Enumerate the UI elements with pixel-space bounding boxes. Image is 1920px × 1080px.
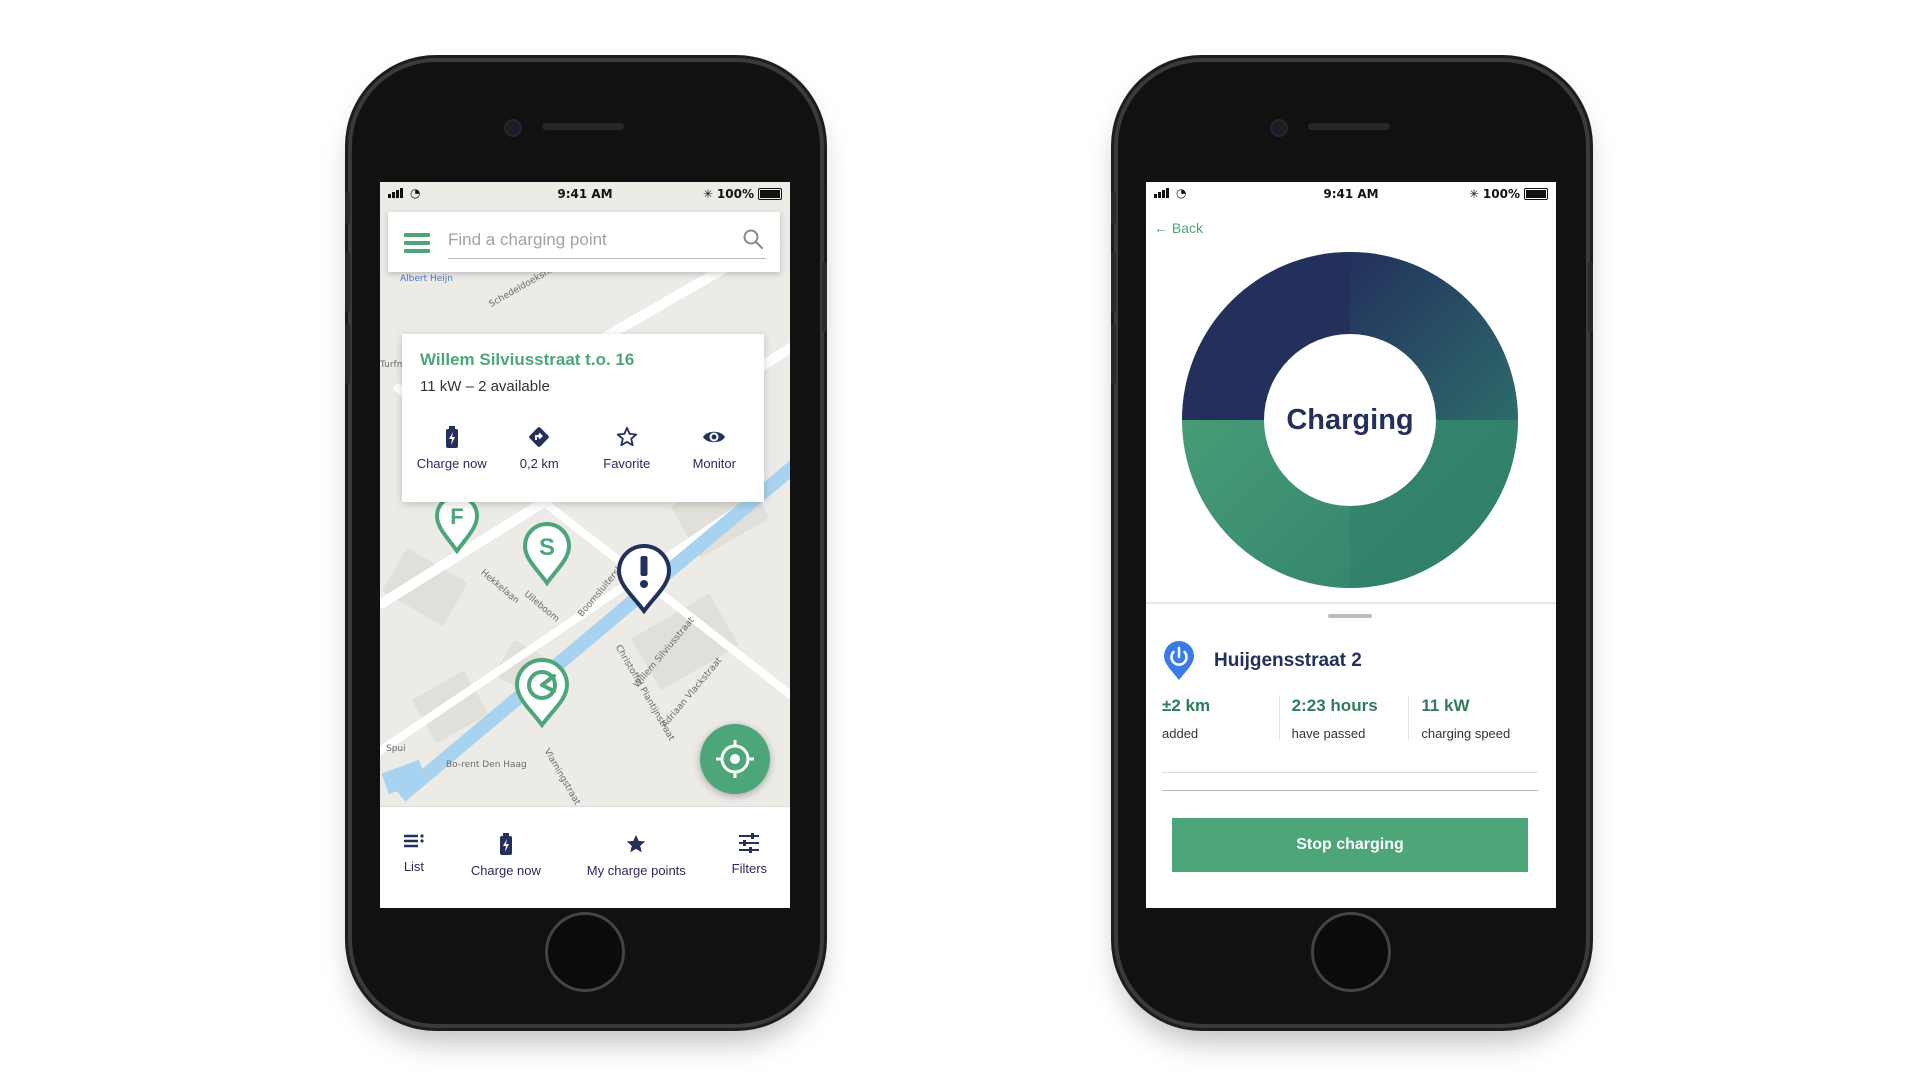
- separator: [1162, 790, 1538, 791]
- distance-label: 0,2 km: [519, 456, 559, 471]
- charge-point-info: 11 kW – 2 available: [420, 378, 550, 395]
- favorite-label: Favorite: [603, 456, 651, 471]
- list-icon: [403, 834, 424, 848]
- favorite-action[interactable]: Favorite: [585, 426, 669, 471]
- tab-filters[interactable]: Filters: [732, 833, 767, 876]
- volume-up-button: [1111, 252, 1116, 312]
- tab-charge-now[interactable]: Charge now: [471, 833, 541, 878]
- charging-label: Charging: [1286, 403, 1414, 436]
- charge-pin-s[interactable]: S: [522, 522, 572, 586]
- location-name: Huijgensstraat 2: [1214, 650, 1362, 671]
- charge-point-card[interactable]: Willem Silviusstraat t.o. 16 11 kW – 2 a…: [402, 334, 764, 502]
- crosshair-icon: [716, 740, 754, 778]
- bluetooth-icon: ✳: [1468, 187, 1479, 201]
- power-button: [1588, 262, 1593, 332]
- bottom-tab-bar: List Charge now My charge points Filters: [380, 806, 790, 908]
- monitor-label: Monitor: [692, 456, 736, 471]
- charge-now-label: Charge now: [416, 456, 487, 471]
- battery-percent: 100%: [716, 187, 754, 201]
- tab-label: List: [403, 859, 425, 874]
- charge-point-name: Willem Silviusstraat t.o. 16: [420, 350, 635, 369]
- mute-switch: [1111, 192, 1116, 224]
- map-label: Bo-rent Den Haag: [446, 760, 527, 770]
- directions-icon: [529, 427, 550, 447]
- tab-label: Filters: [731, 861, 768, 876]
- map-label: Spui: [386, 744, 406, 754]
- sheet-handle[interactable]: [1328, 614, 1372, 618]
- phone-left: ◔ 9:41 AM ✳ 100% Albert Heijn Schedeldoe…: [345, 62, 827, 1024]
- bluetooth-icon: ✳: [702, 187, 713, 201]
- filters-icon: [739, 833, 760, 853]
- stat-distance: ±2 km added: [1162, 696, 1279, 741]
- stat-label: added: [1162, 726, 1199, 741]
- earpiece-speaker: [542, 123, 624, 130]
- back-button[interactable]: ← Back: [1154, 220, 1203, 236]
- star-icon: [627, 834, 646, 853]
- charging-screen: ◔ 9:41 AM ✳ 100% ← Back Charging Huijgen…: [1146, 182, 1556, 908]
- stat-label: charging speed: [1421, 726, 1511, 741]
- status-bar: ◔ 9:41 AM ✳ 100%: [380, 182, 790, 206]
- volume-up-button: [345, 252, 350, 312]
- stat-value: ±2 km: [1162, 696, 1211, 715]
- svg-text:F: F: [450, 504, 463, 529]
- power-pin-icon: [1164, 641, 1194, 680]
- tab-list[interactable]: List: [403, 833, 425, 874]
- stat-value: 2:23 hours: [1291, 696, 1378, 715]
- tab-my-charge-points[interactable]: My charge points: [587, 833, 686, 878]
- map-label: Uileboom: [521, 589, 561, 625]
- locate-me-button[interactable]: [700, 724, 770, 794]
- separator: [1162, 772, 1538, 773]
- warning-pin[interactable]: [616, 544, 672, 614]
- power-button: [822, 262, 827, 332]
- charge-now-action[interactable]: Charge now: [410, 426, 494, 471]
- map-label: Albert Heijn: [400, 274, 454, 284]
- eye-icon: [703, 431, 726, 443]
- battery-charge-icon: [499, 833, 512, 855]
- phone-right: ◔ 9:41 AM ✳ 100% ← Back Charging Huijgen…: [1111, 62, 1593, 1024]
- search-underline: [448, 258, 766, 259]
- battery-icon: [758, 188, 782, 200]
- sheet-divider: [1146, 602, 1556, 604]
- search-icon[interactable]: [742, 228, 764, 250]
- tab-label: My charge points: [586, 863, 686, 878]
- charging-stats: ±2 km added 2:23 hours have passed 11 kW…: [1162, 696, 1538, 741]
- map-label: Hekkelaan: [478, 568, 521, 606]
- plug-pin[interactable]: [514, 658, 570, 728]
- stat-speed: 11 kW charging speed: [1408, 696, 1538, 741]
- search-bar[interactable]: Find a charging point: [388, 212, 780, 272]
- stat-label: have passed: [1291, 726, 1366, 741]
- volume-down-button: [345, 324, 350, 384]
- map-label: Vlamingstraat: [541, 747, 582, 806]
- back-arrow-icon: ←: [1154, 220, 1168, 236]
- svg-text:S: S: [539, 534, 555, 561]
- volume-down-button: [1111, 324, 1116, 384]
- monitor-action[interactable]: Monitor: [672, 426, 756, 471]
- star-outline-icon: [616, 426, 637, 447]
- home-button[interactable]: [1311, 912, 1391, 992]
- front-camera: [504, 119, 522, 137]
- battery-icon: [1524, 188, 1548, 200]
- stop-charging-button[interactable]: Stop charging: [1172, 818, 1528, 872]
- stat-time: 2:23 hours have passed: [1278, 696, 1409, 741]
- front-camera: [1270, 119, 1288, 137]
- battery-charge-icon: [445, 426, 458, 448]
- tab-label: Charge now: [470, 863, 541, 878]
- map-screen: ◔ 9:41 AM ✳ 100% Albert Heijn Schedeldoe…: [380, 182, 790, 908]
- menu-icon[interactable]: [404, 233, 430, 257]
- location-row: Huijgensstraat 2: [1162, 640, 1362, 682]
- battery-percent: 100%: [1482, 187, 1520, 201]
- directions-action[interactable]: 0,2 km: [497, 426, 581, 471]
- mute-switch: [345, 192, 350, 224]
- charge-pin-f[interactable]: F: [434, 494, 480, 554]
- status-bar: ◔ 9:41 AM ✳ 100%: [1146, 182, 1556, 206]
- earpiece-speaker: [1308, 123, 1390, 130]
- back-label: Back: [1171, 220, 1204, 236]
- home-button[interactable]: [545, 912, 625, 992]
- search-input[interactable]: Find a charging point: [448, 230, 607, 250]
- stat-value: 11 kW: [1421, 696, 1470, 715]
